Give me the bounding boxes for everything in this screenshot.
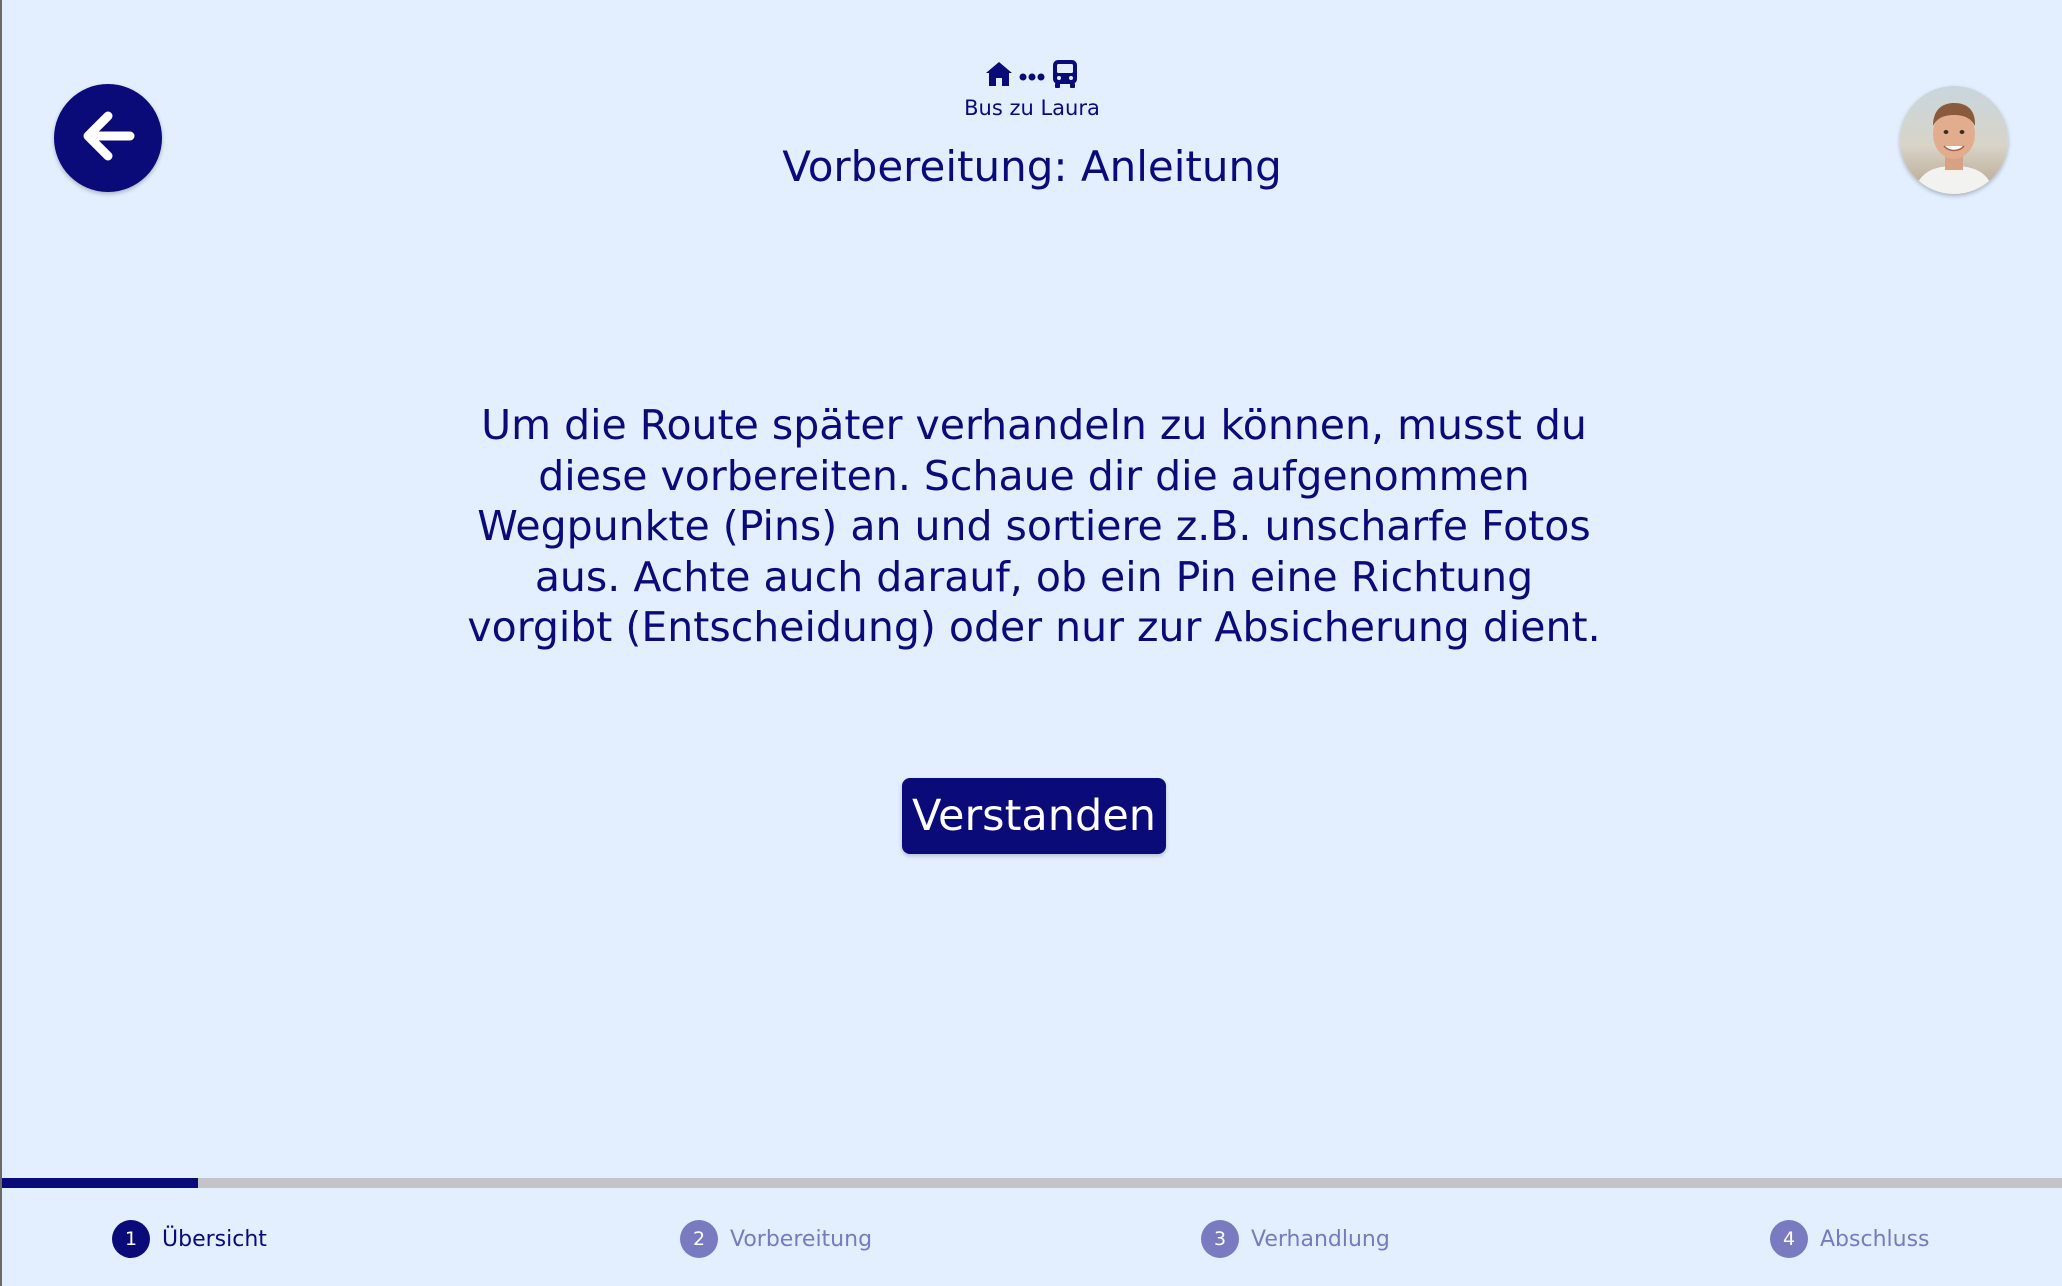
header: Bus zu Laura Vorbereitung: Anleitung [2,60,2062,191]
step-number: 4 [1770,1220,1808,1258]
step-completion[interactable]: 4 Abschluss [1770,1220,1930,1258]
home-icon [985,60,1013,92]
step-label: Abschluss [1820,1226,1930,1252]
understood-button[interactable]: Verstanden [902,778,1166,854]
step-label: Vorbereitung [730,1226,873,1252]
trip-route-icons [985,60,1079,92]
step-number: 3 [1201,1220,1239,1258]
progress-bar [2,1178,2062,1188]
app-screen: Bus zu Laura Vorbereitung: Anleitung Um … [0,0,2062,1286]
page-title: Vorbereitung: Anleitung [782,142,1282,191]
step-negotiation[interactable]: 3 Verhandlung [1201,1220,1390,1258]
step-label: Verhandlung [1251,1226,1390,1252]
step-overview[interactable]: 1 Übersicht [112,1220,267,1258]
bus-icon [1051,59,1079,93]
user-avatar[interactable] [1900,86,2008,194]
instruction-text: Um die Route später verhandeln zu können… [467,401,1601,651]
dots-icon [1019,67,1045,86]
trip-name: Bus zu Laura [964,96,1100,120]
step-number: 2 [680,1220,718,1258]
step-preparation[interactable]: 2 Vorbereitung [680,1220,872,1258]
step-label: Übersicht [162,1226,267,1252]
step-number: 1 [112,1220,150,1258]
progress-bar-fill [2,1178,198,1188]
